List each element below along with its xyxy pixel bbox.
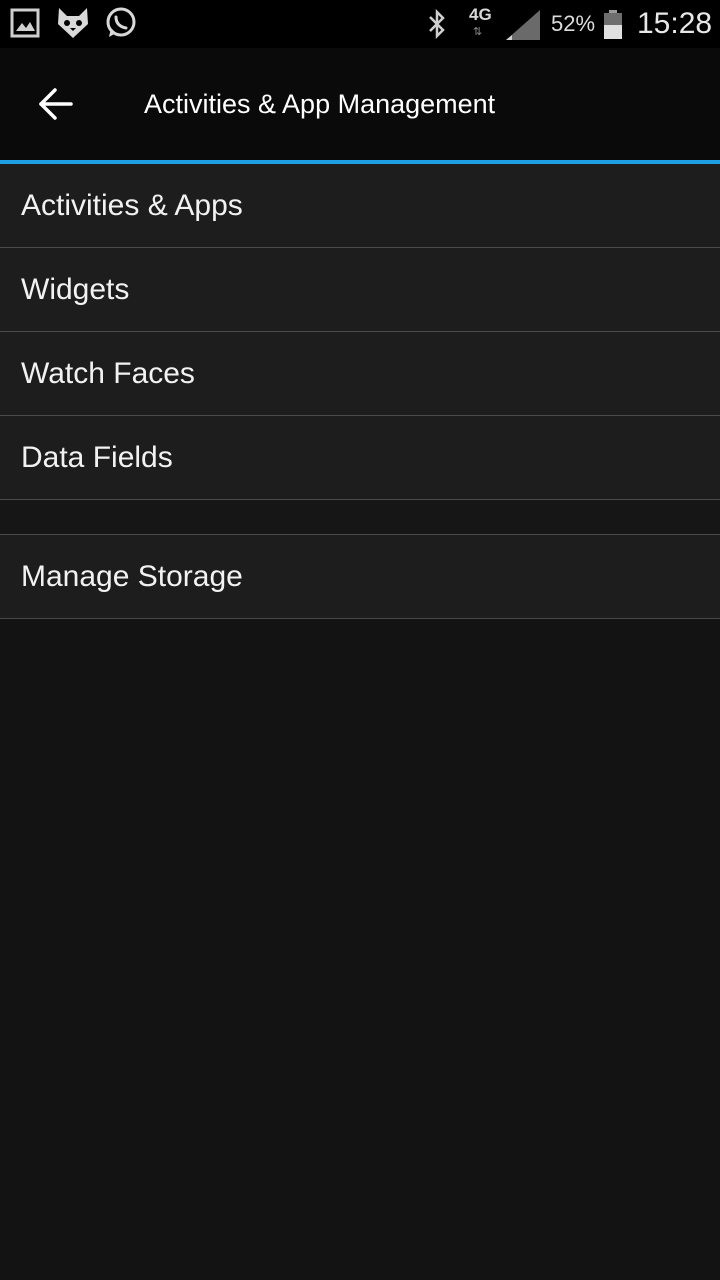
- menu-item-label: Activities & Apps: [21, 189, 243, 222]
- bluetooth-icon: [426, 8, 448, 44]
- battery-icon: [603, 10, 623, 45]
- menu-item-label: Manage Storage: [21, 560, 243, 593]
- menu-item-activities-apps[interactable]: Activities & Apps: [0, 164, 720, 248]
- back-button[interactable]: [24, 72, 88, 136]
- battery-percent: 52%: [551, 11, 596, 36]
- menu-item-label: Data Fields: [21, 441, 173, 474]
- page-title: Activities & App Management: [144, 89, 496, 119]
- menu-item-widgets[interactable]: Widgets: [0, 248, 720, 332]
- menu-item-watch-faces[interactable]: Watch Faces: [0, 332, 720, 416]
- menu-item-label: Widgets: [21, 273, 130, 306]
- cat-app-icon: [55, 6, 91, 45]
- section-spacer: [0, 500, 720, 535]
- menu-item-data-fields[interactable]: Data Fields: [0, 416, 720, 500]
- clock: 15:28: [637, 7, 713, 40]
- network-type: 4G: [469, 5, 492, 24]
- gallery-icon: [10, 8, 40, 43]
- status-bar: 4G ⇅ 52% 15:28: [0, 0, 720, 48]
- menu-item-manage-storage[interactable]: Manage Storage: [0, 535, 720, 619]
- data-activity-icon: ⇅: [473, 26, 483, 38]
- signal-icon: [506, 10, 540, 45]
- menu-item-label: Watch Faces: [21, 357, 195, 390]
- menu-list: Activities & Apps Widgets Watch Faces Da…: [0, 164, 720, 619]
- whatsapp-icon: [104, 6, 138, 45]
- app-bar: Activities & App Management: [0, 48, 720, 160]
- back-arrow-icon: [39, 88, 73, 120]
